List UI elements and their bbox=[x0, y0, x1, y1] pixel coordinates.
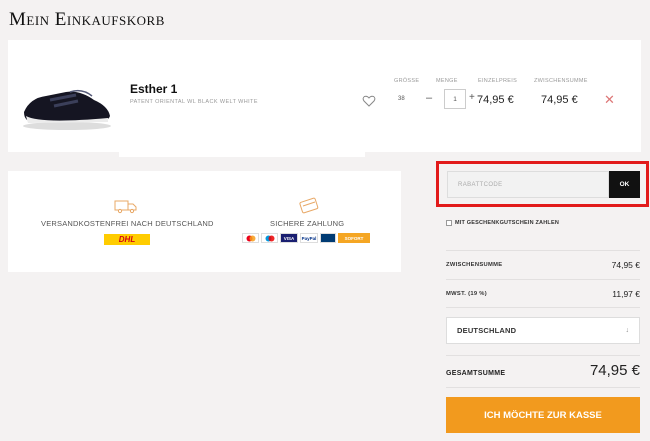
size-value: 38 bbox=[398, 96, 405, 102]
coupon-ok-button[interactable]: OK bbox=[609, 171, 640, 198]
subtotal-label: ZWISCHENSUMME bbox=[446, 262, 503, 268]
truck-icon bbox=[114, 200, 137, 214]
divider bbox=[446, 279, 640, 280]
maestro-logo bbox=[261, 233, 278, 243]
bank-card-logo bbox=[320, 233, 336, 243]
vat-label: MWST. (19 %) bbox=[446, 291, 487, 297]
gift-voucher-label: MIT GESCHENKGUTSCHEIN ZAHLEN bbox=[455, 220, 559, 226]
page-title: Mein Einkaufskorb bbox=[9, 9, 165, 30]
divider bbox=[446, 250, 640, 251]
remove-item-icon[interactable]: ✕ bbox=[604, 92, 615, 108]
divider bbox=[446, 307, 640, 308]
coupon-input[interactable]: RABATTCODE bbox=[447, 171, 609, 198]
header-unit-price: EINZELPREIS bbox=[478, 78, 518, 84]
product-variant: PATENT ORIENTAL WL BLACK WELT WHITE bbox=[130, 99, 258, 105]
card-tab bbox=[119, 151, 365, 157]
subtotal-value: 74,95 € bbox=[611, 260, 640, 270]
header-size: GRÖSSE bbox=[394, 78, 420, 84]
sofort-logo: SOFORT bbox=[338, 233, 370, 243]
checkout-button[interactable]: ICH MÖCHTE ZUR KASSE bbox=[446, 397, 640, 433]
visa-logo: VISA bbox=[280, 233, 298, 243]
quantity-decrease-button[interactable]: – bbox=[426, 92, 432, 104]
country-value: DEUTSCHLAND bbox=[457, 326, 517, 335]
divider bbox=[446, 387, 640, 388]
product-name[interactable]: Esther 1 bbox=[130, 82, 177, 96]
shipping-text: VERSANDKOSTENFREI NACH DEUTSCHLAND bbox=[41, 219, 214, 228]
payment-text: SICHERE ZAHLUNG bbox=[270, 219, 345, 228]
arrow-down-icon: ↓ bbox=[625, 327, 630, 334]
header-subtotal: ZWISCHENSUMME bbox=[534, 78, 588, 84]
dhl-logo: DHL bbox=[104, 234, 150, 245]
heart-icon[interactable] bbox=[362, 94, 376, 108]
total-label: GESAMTSUMME bbox=[446, 370, 506, 377]
gift-voucher-checkbox[interactable] bbox=[446, 220, 452, 226]
header-quantity: MENGE bbox=[436, 78, 458, 84]
info-card: VERSANDKOSTENFREI NACH DEUTSCHLAND DHL S… bbox=[8, 171, 401, 272]
country-select[interactable]: DEUTSCHLAND ↓ bbox=[446, 317, 640, 344]
paypal-logo: PayPal bbox=[300, 233, 318, 243]
cart-item-card: Esther 1 PATENT ORIENTAL WL BLACK WELT W… bbox=[8, 40, 641, 157]
gift-voucher-option[interactable]: MIT GESCHENKGUTSCHEIN ZAHLEN bbox=[446, 220, 559, 226]
quantity-increase-button[interactable]: + bbox=[469, 92, 475, 103]
total-value: 74,95 € bbox=[589, 362, 640, 379]
item-subtotal: 74,95 € bbox=[541, 94, 578, 106]
quantity-input[interactable]: 1 bbox=[444, 89, 466, 109]
mastercard-logo bbox=[242, 233, 259, 243]
unit-price: 74,95 € bbox=[477, 94, 514, 106]
product-image[interactable] bbox=[20, 78, 114, 132]
vat-value: 11,97 € bbox=[612, 289, 640, 299]
payment-logos: VISA PayPal SOFORT bbox=[242, 233, 370, 243]
credit-card-icon bbox=[299, 197, 319, 214]
divider bbox=[446, 355, 640, 356]
